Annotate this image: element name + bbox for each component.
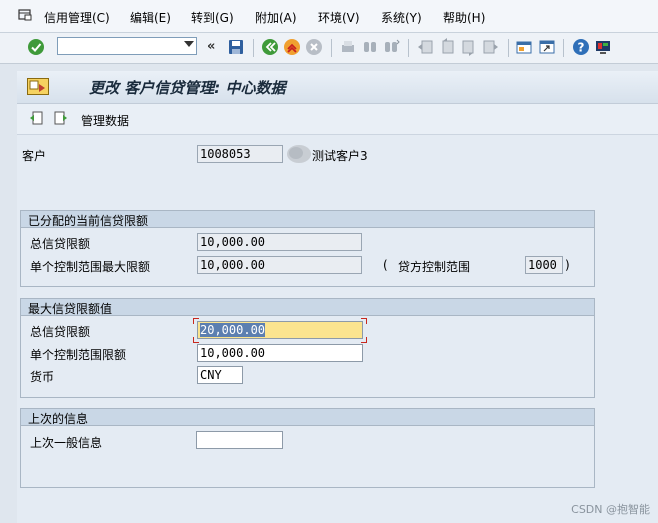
toolbar-divider	[408, 39, 409, 57]
menu-credit-management[interactable]: 信用管理(C)	[44, 9, 110, 26]
current-single-field: 10,000.00	[197, 256, 362, 274]
cancel-icon[interactable]	[305, 38, 323, 56]
find-next-icon[interactable]	[383, 38, 401, 56]
group-header: 上次的信息	[21, 409, 594, 426]
transaction-icon	[27, 78, 49, 95]
customer-label: 客户	[22, 149, 47, 163]
current-single-label: 单个控制范围最大限额	[30, 260, 151, 274]
group-title: 上次的信息	[28, 412, 89, 426]
page-title: 更改 客户信贷管理: 中心数据	[89, 79, 286, 97]
command-field[interactable]	[57, 37, 197, 55]
toolbar-divider	[508, 39, 509, 57]
menu-extras[interactable]: 附加(A)	[255, 9, 297, 26]
group-header: 已分配的当前信贷限额	[21, 211, 594, 228]
max-total-value: 20,000.00	[200, 323, 266, 337]
enter-check-icon[interactable]	[27, 38, 45, 56]
print-icon[interactable]	[339, 38, 357, 56]
menu-edit[interactable]: 编辑(E)	[130, 9, 171, 26]
help-icon[interactable]: ?	[572, 38, 590, 56]
currency-label: 货币	[30, 370, 55, 384]
max-total-input[interactable]: 20,000.00	[197, 321, 363, 339]
credit-control-area-field: 1000	[525, 256, 563, 274]
area-open-paren: (	[383, 258, 388, 272]
area-close-paren: )	[565, 258, 570, 272]
last-general-label: 上次一般信息	[30, 436, 103, 450]
next-screen-icon[interactable]	[54, 111, 68, 125]
save-icon[interactable]	[227, 38, 245, 56]
menu-window-icon[interactable]	[18, 9, 32, 21]
command-input[interactable]	[58, 38, 182, 54]
last-page-icon[interactable]	[482, 38, 500, 56]
menu-help[interactable]: 帮助(H)	[443, 9, 485, 26]
max-single-label: 单个控制范围限额	[30, 348, 127, 362]
max-single-input[interactable]: 10,000.00	[197, 344, 363, 362]
focus-corner	[361, 337, 367, 343]
layout-icon[interactable]	[594, 38, 612, 56]
collapse-chevron-icon[interactable]: «	[207, 39, 215, 54]
chevron-down-icon[interactable]	[184, 41, 194, 47]
previous-screen-icon[interactable]	[29, 111, 43, 125]
standard-toolbar: « ?	[0, 33, 658, 64]
svg-text:?: ?	[578, 41, 585, 55]
find-icon[interactable]	[361, 38, 379, 56]
blurred-logo-icon	[287, 145, 311, 163]
customer-number-field: 1008053	[197, 145, 283, 163]
group-header: 最大信贷限额值	[21, 299, 594, 316]
current-total-label: 总信贷限额	[30, 237, 91, 251]
admin-data-button[interactable]: 管理数据	[81, 112, 129, 129]
group-title: 最大信贷限额值	[28, 302, 113, 316]
focus-corner	[361, 318, 367, 324]
menu-environment[interactable]: 环境(V)	[318, 9, 360, 26]
first-page-icon[interactable]	[416, 38, 434, 56]
max-total-label: 总信贷限额	[30, 325, 91, 339]
prev-page-icon[interactable]	[438, 38, 456, 56]
group-title: 已分配的当前信贷限额	[28, 214, 149, 228]
last-general-input[interactable]	[196, 431, 283, 449]
customer-name: 测试客户3	[312, 149, 368, 163]
focus-corner	[193, 337, 199, 343]
menu-goto[interactable]: 转到(G)	[191, 9, 234, 26]
currency-input[interactable]: CNY	[197, 366, 243, 384]
toolbar-divider	[563, 39, 564, 57]
back-icon[interactable]	[261, 38, 279, 56]
application-toolbar: 管理数据	[17, 104, 658, 135]
toolbar-divider	[253, 39, 254, 57]
group-last-info: 上次的信息	[20, 408, 595, 488]
exit-icon[interactable]	[283, 38, 301, 56]
toolbar-divider	[331, 39, 332, 57]
watermark: CSDN @抱智能	[571, 503, 650, 516]
focus-corner	[193, 318, 199, 324]
title-bar: 更改 客户信贷管理: 中心数据	[17, 71, 658, 104]
credit-control-area-label: 贷方控制范围	[398, 260, 471, 274]
current-total-field: 10,000.00	[197, 233, 362, 251]
menu-bar: 信用管理(C) 编辑(E) 转到(G) 附加(A) 环境(V) 系统(Y) 帮助…	[0, 0, 658, 33]
next-page-icon[interactable]	[460, 38, 478, 56]
new-session-icon[interactable]	[515, 38, 533, 56]
shortcut-icon[interactable]	[538, 38, 556, 56]
menu-system[interactable]: 系统(Y)	[381, 9, 422, 26]
